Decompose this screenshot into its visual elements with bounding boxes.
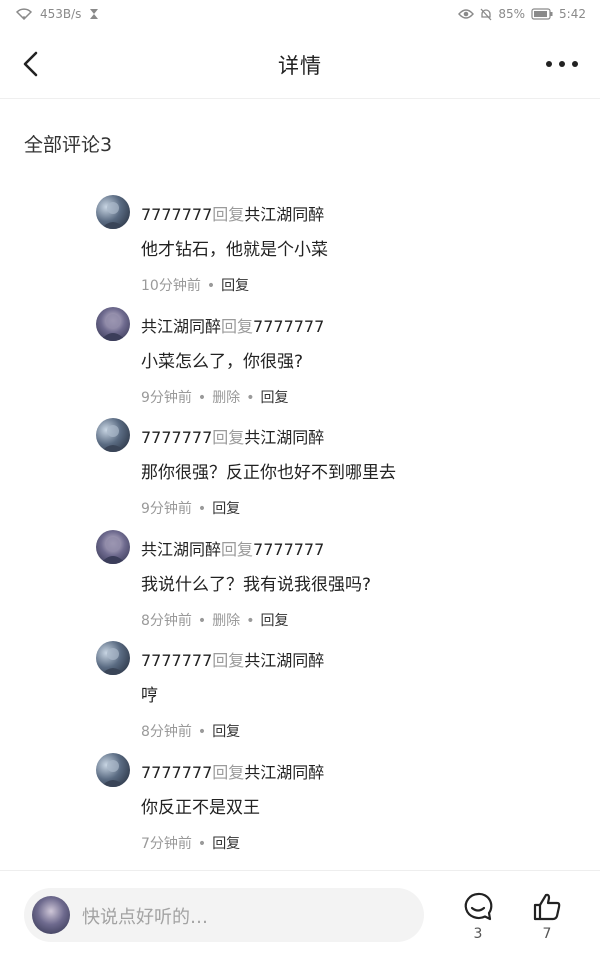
hourglass-icon — [89, 8, 99, 20]
reply-button[interactable]: 回复 — [212, 501, 240, 517]
reply-word: 回复 — [212, 205, 245, 224]
comment-list: 7777777回复共江湖同醉 他才钻石，他就是个小菜 10分钟前 • 回复 共江湖同… — [0, 193, 600, 862]
separator-dot: • — [206, 278, 216, 294]
comment-author[interactable]: 7777777 — [141, 651, 212, 670]
comment-meta: 8分钟前 • 删除 • 回复 — [141, 610, 288, 630]
separator-dot: • — [246, 389, 255, 406]
wifi-icon — [16, 8, 32, 20]
bottom-action-bar: 快说点好听的… 3 7 — [0, 870, 600, 961]
comment-header: 共江湖同醉回复7777777 — [141, 313, 324, 337]
reply-button[interactable]: 回复 — [212, 836, 240, 852]
comment-time: 7分钟前 — [141, 835, 192, 852]
comment-text: 那你很强？反正你也好不到哪里去 — [141, 463, 396, 483]
network-speed: 453B/s — [40, 7, 82, 21]
reply-button[interactable]: 回复 — [260, 390, 288, 406]
avatar[interactable] — [96, 529, 130, 564]
separator-dot: • — [197, 501, 207, 517]
avatar[interactable] — [96, 418, 130, 452]
comment-header: 共江湖同醉回复7777777 — [141, 536, 324, 560]
reply-target[interactable]: 共江湖同醉 — [244, 428, 324, 447]
comment-header: 7777777回复共江湖同醉 — [141, 424, 324, 448]
comment-item: 共江湖同醉回复7777777 我说什么了？我有说我很强吗? 8分钟前 • 删除 • 回复 — [0, 528, 600, 640]
comment-author[interactable]: 7777777 — [141, 205, 212, 224]
comment-meta: 8分钟前 • 回复 — [141, 721, 240, 741]
avatar[interactable] — [96, 641, 130, 675]
thumbs-up-icon — [533, 893, 561, 921]
comment-text: 小菜怎么了，你很强? — [141, 351, 304, 372]
avatar[interactable] — [96, 195, 130, 229]
reply-word: 回复 — [212, 762, 245, 782]
comment-meta: 10分钟前 • 回复 — [141, 275, 249, 295]
comment-header: 7777777回复共江湖同醉 — [141, 201, 324, 225]
reply-button[interactable]: 回复 — [260, 613, 288, 629]
page-title: 详情 — [278, 54, 322, 78]
separator-dot: • — [197, 389, 207, 406]
nav-header: 详情 — [0, 30, 600, 99]
comment-item: 7777777回复共江湖同醉 他才钻石，他就是个小菜 10分钟前 • 回复 — [0, 193, 600, 305]
comment-author[interactable]: 共江湖同醉 — [141, 540, 221, 559]
comment-text: 他才钻石，他就是个小菜 — [141, 240, 328, 260]
battery-icon — [531, 8, 553, 20]
reply-word: 回复 — [212, 651, 245, 670]
battery-percent: 85% — [498, 7, 526, 21]
comment-bubble-icon — [464, 892, 493, 921]
reply-button[interactable]: 回复 — [221, 278, 249, 294]
comment-count: 3 — [473, 926, 483, 942]
reply-target[interactable]: 共江湖同醉 — [244, 205, 324, 224]
comment-time: 9分钟前 — [141, 389, 192, 406]
comment-meta: 9分钟前 • 删除 • 回复 — [141, 387, 288, 407]
comment-time: 8分钟前 — [141, 612, 192, 629]
comment-input-placeholder: 快说点好听的… — [82, 907, 208, 928]
separator-dot: • — [197, 724, 207, 740]
comment-input[interactable]: 快说点好听的… — [24, 888, 424, 942]
reply-target[interactable]: 共江湖同醉 — [244, 763, 324, 782]
reply-word: 回复 — [221, 539, 254, 559]
comment-time: 10分钟前 — [141, 278, 201, 294]
comment-text: 你反正不是双王 — [141, 797, 260, 818]
mute-bell-icon — [480, 8, 492, 21]
comment-author[interactable]: 7777777 — [141, 428, 212, 447]
clock-time: 5:42 — [559, 7, 586, 21]
comment-item: 7777777回复共江湖同醉 哼 8分钟前 • 回复 — [0, 639, 600, 751]
avatar[interactable] — [96, 306, 130, 341]
comment-text: 哼 — [141, 686, 158, 706]
more-dots-icon — [546, 61, 578, 67]
comment-author[interactable]: 7777777 — [141, 763, 212, 782]
delete-button[interactable]: 删除 — [212, 390, 240, 406]
reply-target[interactable]: 7777777 — [253, 317, 324, 336]
comment-header: 7777777回复共江湖同醉 — [141, 647, 324, 671]
comment-time: 9分钟前 — [141, 501, 192, 517]
like-button[interactable]: 7 — [525, 891, 569, 942]
delete-button[interactable]: 删除 — [212, 613, 240, 629]
comment-header: 7777777回复共江湖同醉 — [141, 759, 324, 783]
eye-icon — [458, 8, 475, 20]
comment-meta: 9分钟前 • 回复 — [141, 498, 240, 518]
comment-item: 7777777回复共江湖同醉 那你很强？反正你也好不到哪里去 9分钟前 • 回复 — [0, 416, 600, 528]
comment-time: 8分钟前 — [141, 724, 192, 740]
reply-word: 回复 — [221, 316, 254, 336]
separator-dot: • — [197, 835, 207, 852]
comment-item: 共江湖同醉回复7777777 小菜怎么了，你很强? 9分钟前 • 删除 • 回复 — [0, 305, 600, 417]
like-count: 7 — [542, 926, 552, 942]
avatar[interactable] — [96, 752, 130, 787]
comment-text: 我说什么了？我有说我很强吗? — [141, 574, 372, 595]
reply-target[interactable]: 7777777 — [253, 540, 324, 559]
comments-section-title: 全部评论3 — [24, 134, 113, 156]
separator-dot: • — [197, 612, 207, 629]
comment-author[interactable]: 共江湖同醉 — [141, 317, 221, 336]
reply-word: 回复 — [212, 428, 245, 447]
more-options-button[interactable] — [544, 56, 580, 72]
separator-dot: • — [246, 612, 255, 629]
comment-meta: 7分钟前 • 回复 — [141, 833, 240, 853]
status-bar: 453B/s 85% 5:42 — [0, 0, 600, 30]
avatar — [32, 896, 70, 934]
comment-item: 7777777回复共江湖同醉 你反正不是双王 7分钟前 • 回复 — [0, 751, 600, 863]
reply-target[interactable]: 共江湖同醉 — [244, 651, 324, 670]
reply-button[interactable]: 回复 — [212, 724, 240, 740]
comment-count-button[interactable]: 3 — [456, 891, 500, 942]
